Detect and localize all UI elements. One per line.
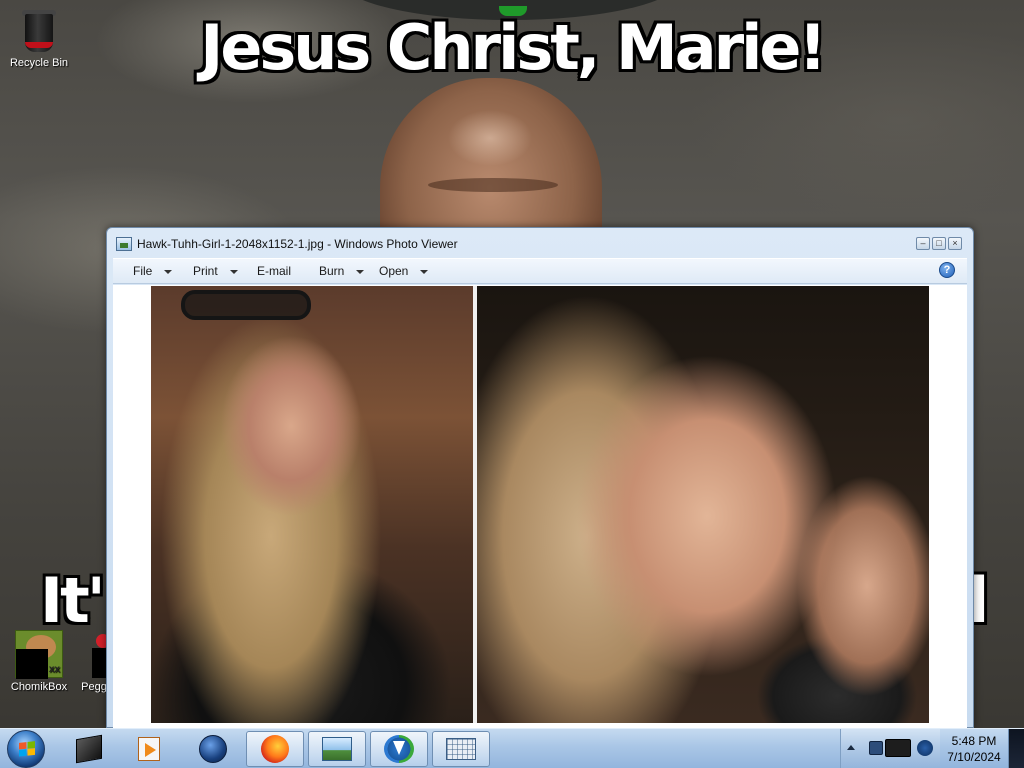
menu-file-label: File xyxy=(133,264,153,278)
show-desktop-button[interactable] xyxy=(1008,729,1024,768)
system-clock[interactable]: 5:48 PM 7/10/2024 xyxy=(944,733,1004,765)
tray-app-icon[interactable] xyxy=(869,741,883,755)
internet-download-manager-icon xyxy=(384,735,414,763)
menu-burn-label: Burn xyxy=(319,264,345,278)
menu-email[interactable]: E-mail xyxy=(257,264,291,278)
desktop-icon-recycle-bin[interactable]: Recycle Bin xyxy=(4,4,74,69)
media-player-icon xyxy=(138,737,160,761)
chevron-down-icon xyxy=(420,269,429,274)
taskbar-button-media-player[interactable] xyxy=(120,731,178,767)
notification-area xyxy=(840,729,940,768)
photo-viewer-window[interactable]: Hawk-Tuhh-Girl-1-2048x1152-1.jpg - Windo… xyxy=(106,227,974,729)
desktop-icon-label: ChomikBox xyxy=(10,681,68,693)
window-titlebar[interactable]: Hawk-Tuhh-Girl-1-2048x1152-1.jpg - Windo… xyxy=(107,228,973,258)
command-bar: File Print E-mail Burn Open ? xyxy=(113,258,967,284)
firefox-icon xyxy=(261,735,289,763)
menu-print[interactable]: Print xyxy=(193,264,238,278)
image-viewport[interactable] xyxy=(113,285,967,729)
sunglasses-shape xyxy=(181,290,311,320)
displayed-photo xyxy=(151,286,929,723)
taskbar: 5:48 PM 7/10/2024 xyxy=(0,728,1024,768)
chevron-down-icon xyxy=(164,269,173,274)
start-button[interactable] xyxy=(7,730,45,768)
chevron-down-icon xyxy=(356,269,365,274)
taskbar-button-download-manager[interactable] xyxy=(370,731,428,767)
menu-open[interactable]: Open xyxy=(379,264,429,278)
photo-left-panel xyxy=(151,286,473,723)
globe-app-icon xyxy=(199,735,227,763)
desktop-icon-label: Recycle Bin xyxy=(9,57,69,69)
on-screen-keyboard-icon xyxy=(446,738,476,760)
maximize-button[interactable]: □ xyxy=(932,237,946,250)
meme-top-caption: Jesus Christ, Marie! xyxy=(200,11,826,84)
taskbar-button-firefox[interactable] xyxy=(246,731,304,767)
windows-logo-icon xyxy=(19,741,35,757)
menu-open-label: Open xyxy=(379,264,409,278)
desktop-icon-chomikbox[interactable]: xx ChomikBox xyxy=(4,630,74,693)
clock-time: 5:48 PM xyxy=(951,734,997,748)
3d-cube-app-icon xyxy=(76,734,102,764)
menu-file[interactable]: File xyxy=(133,264,173,278)
taskbar-button-cube-app[interactable] xyxy=(60,731,118,767)
network-icon[interactable] xyxy=(917,740,933,756)
close-button[interactable]: × xyxy=(948,237,962,250)
recycle-bin-icon xyxy=(21,6,57,54)
taskbar-button-photo-viewer[interactable] xyxy=(308,731,366,767)
clock-date: 7/10/2024 xyxy=(947,750,1001,764)
show-hidden-icons-icon[interactable] xyxy=(847,745,855,750)
photo-viewer-app-icon xyxy=(116,237,132,251)
chevron-down-icon xyxy=(229,269,238,274)
minimize-button[interactable]: – xyxy=(916,237,930,250)
taskbar-button-globe-app[interactable] xyxy=(184,731,242,767)
window-title: Hawk-Tuhh-Girl-1-2048x1152-1.jpg - Windo… xyxy=(137,237,458,251)
photo-viewer-icon xyxy=(322,737,352,761)
chomikbox-icon: xx xyxy=(15,630,63,679)
help-icon[interactable]: ? xyxy=(939,262,955,278)
meme-brow-shadow xyxy=(428,178,558,192)
taskbar-button-keyboard[interactable] xyxy=(432,731,490,767)
menu-print-label: Print xyxy=(193,264,218,278)
menu-burn[interactable]: Burn xyxy=(319,264,365,278)
tray-device-icon[interactable] xyxy=(885,739,911,757)
menu-email-label: E-mail xyxy=(257,264,292,278)
photo-right-panel xyxy=(477,286,929,723)
meme-bottom-caption-left: It' xyxy=(40,564,106,637)
